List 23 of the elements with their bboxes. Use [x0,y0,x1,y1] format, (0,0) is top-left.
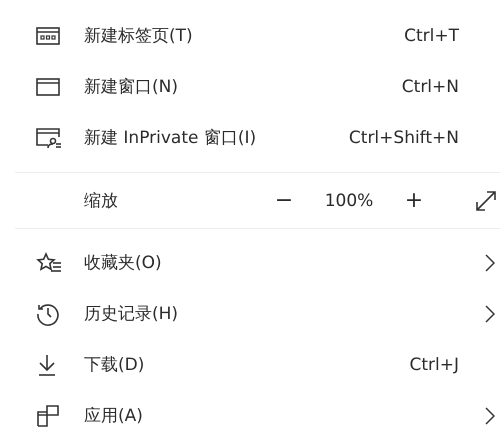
zoom-value: 100% [324,190,374,210]
menu-item[interactable]: 下载(D) [84,353,319,376]
menu-item[interactable]: 新建 InPrivate 窗口(I) [84,126,319,149]
private-window-icon [36,126,62,148]
new-tab-icon [36,26,60,46]
shortcut-text: Ctrl+Shift+N [348,128,459,148]
menu-item[interactable]: 新建窗口(N) [84,75,319,98]
shortcut-text: Ctrl+N [400,76,459,96]
menu-item[interactable]: 历史记录(H) [84,302,485,325]
zoom-out-button[interactable]: − [269,188,299,213]
zoom-label: 缩放 [84,190,119,212]
apps-icon [36,404,60,428]
download-icon [36,352,58,376]
zoom-in-button[interactable]: + [399,188,429,213]
menu-item[interactable]: 收藏夹(O) [84,251,485,274]
shortcut-text: Ctrl+T [403,26,459,46]
menu-item[interactable]: 新建标签页(T) [84,24,319,47]
menu-item[interactable]: 应用(A) [84,404,485,427]
shortcut-text: Ctrl+J [408,354,459,374]
star-list-icon [36,252,62,274]
history-icon [36,302,60,326]
window-icon [36,76,60,96]
fullscreen-icon[interactable] [474,188,498,212]
